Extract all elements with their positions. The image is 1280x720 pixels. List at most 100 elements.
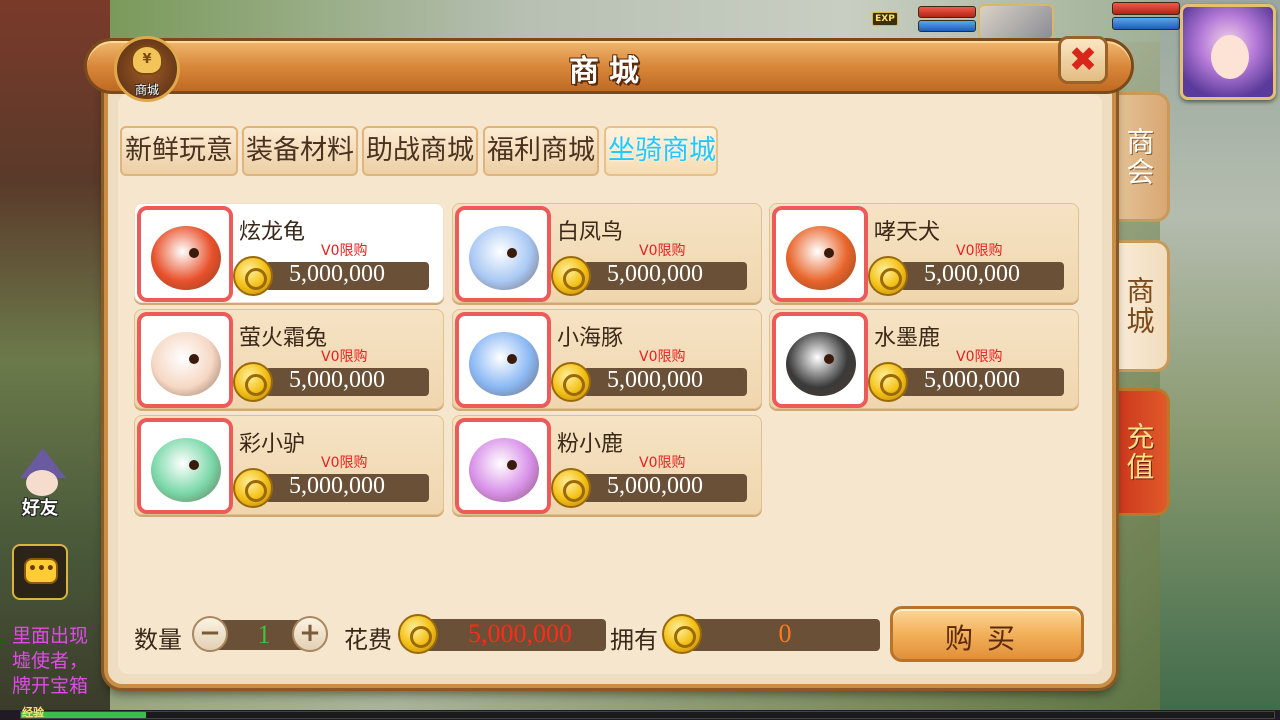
- price-value: 5,000,000: [924, 367, 1020, 393]
- product-image: [455, 418, 551, 514]
- product-name: 萤火霜兔: [239, 326, 328, 351]
- pink-deer-icon: [469, 438, 539, 502]
- friends-label: 好友: [22, 498, 58, 519]
- price-value: 5,000,000: [607, 473, 703, 499]
- tab-4[interactable]: 福利商城: [483, 126, 599, 176]
- gold-coin-icon: [398, 614, 438, 654]
- cost-value: 5,000,000: [468, 619, 572, 648]
- product-name: 小海豚: [557, 326, 624, 351]
- quantity-minus-button[interactable]: −: [192, 616, 228, 652]
- chat-messages: 里面出现 墟使者， 牌开宝箱: [12, 624, 112, 699]
- purchase-limit-label: V0限购: [639, 349, 686, 365]
- price-field: 5,000,000: [900, 261, 1064, 290]
- gold-coin-icon: [551, 468, 591, 508]
- wolf-icon: [786, 226, 856, 290]
- quantity-plus-button[interactable]: +: [292, 616, 328, 652]
- exp-bar: [20, 711, 1275, 719]
- product-card[interactable]: 粉小鹿 V0限购 5,000,000: [452, 415, 762, 515]
- rainbow-donkey-icon: [151, 438, 221, 502]
- pet-eye: [189, 460, 199, 470]
- price-field: 5,000,000: [265, 261, 429, 290]
- player-avatar[interactable]: [1180, 4, 1276, 100]
- product-card[interactable]: 水墨鹿 V0限购 5,000,000: [769, 309, 1079, 409]
- friend-face-icon: [26, 470, 58, 496]
- price-value: 5,000,000: [289, 367, 385, 393]
- pet-mp-bar: [918, 20, 976, 32]
- tab-5[interactable]: 坐骑商城: [604, 126, 718, 176]
- tab-1[interactable]: 新鲜玩意: [120, 126, 238, 176]
- player-mp-bar: [1112, 17, 1180, 30]
- price-field: 5,000,000: [583, 367, 747, 396]
- pet-portrait[interactable]: [978, 4, 1054, 40]
- purchase-limit-label: V0限购: [639, 243, 686, 259]
- close-button[interactable]: ✖: [1058, 36, 1108, 84]
- gold-coin-icon: [868, 256, 908, 296]
- pet-eye: [507, 248, 517, 258]
- phoenix-icon: [469, 226, 539, 290]
- product-image: [137, 312, 233, 408]
- money-bag-icon: ¥: [131, 45, 163, 75]
- ink-deer-icon: [786, 332, 856, 396]
- tab-2[interactable]: 装备材料: [242, 126, 358, 176]
- product-card[interactable]: 萤火霜兔 V0限购 5,000,000: [134, 309, 444, 409]
- product-name: 水墨鹿: [874, 326, 941, 351]
- product-image: [455, 312, 551, 408]
- side-tab-label: 充值: [1122, 422, 1156, 482]
- side-tab-label: 商会: [1122, 127, 1156, 187]
- product-name: 哮天犬: [874, 220, 941, 245]
- dolphin-icon: [469, 332, 539, 396]
- gold-coin-icon: [233, 362, 273, 402]
- tab-3[interactable]: 助战商城: [362, 126, 478, 176]
- owned-value: 0: [778, 619, 792, 648]
- product-card[interactable]: 白凤鸟 V0限购 5,000,000: [452, 203, 762, 303]
- price-value: 5,000,000: [607, 367, 703, 393]
- product-image: [772, 312, 868, 408]
- exp-badge: EXP: [872, 12, 898, 26]
- gold-coin-icon: [662, 614, 702, 654]
- pet-hp-bar: [918, 6, 976, 18]
- price-field: 5,000,000: [265, 367, 429, 396]
- price-value: 5,000,000: [289, 473, 385, 499]
- shop-badge: ¥ 商城: [114, 36, 180, 102]
- product-card[interactable]: 彩小驴 V0限购 5,000,000: [134, 415, 444, 515]
- product-card[interactable]: 小海豚 V0限购 5,000,000: [452, 309, 762, 409]
- side-tab-recharge[interactable]: 充值: [1110, 388, 1170, 516]
- product-card[interactable]: 哮天犬 V0限购 5,000,000: [769, 203, 1079, 303]
- pet-eye: [824, 248, 834, 258]
- purchase-limit-label: V0限购: [321, 243, 368, 259]
- side-tab-guild-shop[interactable]: 商会: [1110, 92, 1170, 222]
- purchase-limit-label: V0限购: [321, 349, 368, 365]
- side-tab-label: 商城: [1122, 276, 1156, 336]
- shop-header: 商城: [84, 38, 1134, 94]
- rabbit-icon: [151, 332, 221, 396]
- quantity-label: 数量: [134, 626, 182, 654]
- gold-coin-icon: [551, 256, 591, 296]
- price-field: 5,000,000: [900, 367, 1064, 396]
- buy-button[interactable]: 购买: [890, 606, 1084, 662]
- shop-badge-label: 商城: [134, 83, 159, 97]
- quantity-value[interactable]: 1: [236, 620, 292, 650]
- gold-coin-icon: [233, 256, 273, 296]
- pet-eye: [507, 460, 517, 470]
- side-tab-mall[interactable]: 商城: [1110, 240, 1170, 372]
- price-field: 5,000,000: [265, 473, 429, 502]
- friends-button[interactable]: 好友: [8, 446, 78, 519]
- chat-button[interactable]: •••: [12, 544, 68, 600]
- product-card[interactable]: 炫龙龟 V0限购 5,000,000: [134, 203, 444, 303]
- dragon-turtle-icon: [151, 226, 221, 290]
- player-hp-bar: [1112, 2, 1180, 15]
- pet-eye: [189, 354, 199, 364]
- product-name: 炫龙龟: [239, 220, 306, 245]
- pet-eye: [507, 354, 517, 364]
- exp-label: 经验: [22, 706, 44, 719]
- pet-eye: [189, 248, 199, 258]
- chat-dots-icon: •••: [28, 561, 55, 577]
- product-image: [772, 206, 868, 302]
- price-value: 5,000,000: [924, 261, 1020, 287]
- purchase-limit-label: V0限购: [321, 455, 368, 471]
- buy-button-label: 购买: [944, 622, 1029, 655]
- close-icon: ✖: [1068, 40, 1098, 80]
- product-image: [137, 418, 233, 514]
- gold-coin-icon: [551, 362, 591, 402]
- gold-coin-icon: [868, 362, 908, 402]
